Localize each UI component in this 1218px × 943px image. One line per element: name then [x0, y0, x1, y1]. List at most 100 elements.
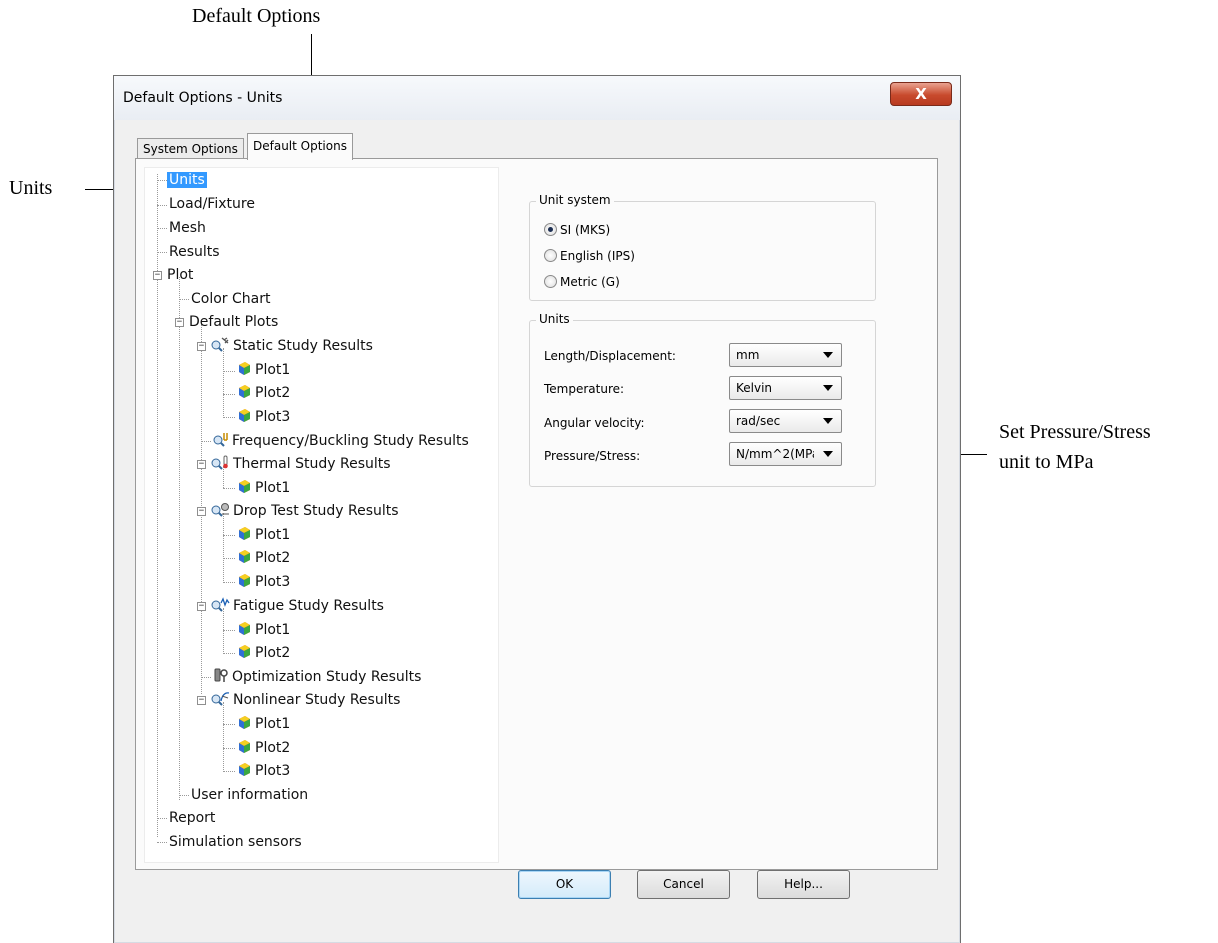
fatigue-study-icon — [210, 597, 230, 612]
tree-item-plot[interactable]: Plot — [167, 264, 193, 286]
dropdown-arrow-icon — [823, 418, 833, 424]
cancel-button[interactable]: Cancel — [637, 870, 730, 899]
window-title: Default Options - Units — [123, 90, 283, 106]
expander-nonlinear[interactable]: − — [197, 696, 206, 705]
radio-label: Metric (G) — [560, 275, 620, 289]
tree-label: Fatigue Study Results — [233, 598, 384, 614]
tree-item-default-plots[interactable]: Default Plots — [189, 311, 278, 333]
tree-item-thermal-study-results[interactable]: Thermal Study Results — [210, 453, 391, 475]
expander-thermal[interactable]: − — [197, 460, 206, 469]
tab-default-options[interactable]: Default Options — [247, 133, 353, 160]
help-button[interactable]: Help... — [757, 870, 850, 899]
length-displacement-label: Length/Displacement: — [544, 349, 676, 363]
temperature-label: Temperature: — [544, 382, 625, 396]
tree-item-fatigue-study-results[interactable]: Fatigue Study Results — [210, 595, 384, 617]
tree-item-mesh[interactable]: Mesh — [169, 217, 206, 239]
dropdown-arrow-icon — [823, 451, 833, 457]
tree-label: Plot1 — [255, 480, 291, 496]
callout-units: Units — [9, 177, 53, 199]
tree-label: Plot1 — [255, 716, 291, 732]
ok-button[interactable]: OK — [518, 870, 611, 899]
tree-label: Plot — [167, 267, 194, 283]
tree-item-frequency-study-results[interactable]: Frequency/Buckling Study Results — [213, 430, 469, 452]
tree-label: Units — [167, 172, 207, 188]
tree-item-static-study-results[interactable]: Static Study Results — [210, 335, 373, 357]
dropdown-arrow-icon — [823, 352, 833, 358]
plot-icon — [237, 573, 252, 588]
tree-item-nonlinear-plot1[interactable]: Plot1 — [237, 713, 290, 735]
angular-velocity-select[interactable]: rad/sec — [729, 409, 842, 433]
tree-item-static-plot2[interactable]: Plot2 — [237, 382, 290, 404]
units-legend: Units — [536, 312, 573, 326]
expander-drop[interactable]: − — [197, 507, 206, 516]
plot-icon — [237, 361, 252, 376]
tree-label: Plot2 — [255, 550, 291, 566]
plot-icon — [237, 739, 252, 754]
plot-icon — [237, 715, 252, 730]
tree-item-thermal-plot1[interactable]: Plot1 — [237, 477, 290, 499]
tree-item-fatigue-plot1[interactable]: Plot1 — [237, 619, 290, 641]
options-tree: − − − − − − − Units Load/Fixture Mesh Re… — [144, 167, 499, 863]
plot-icon — [237, 621, 252, 636]
radio-label: SI (MKS) — [560, 223, 611, 237]
tree-label: Simulation sensors — [169, 834, 302, 850]
tree-label: Plot3 — [255, 574, 291, 590]
expander-fatigue[interactable]: − — [197, 602, 206, 611]
tree-label: Default Plots — [189, 314, 279, 330]
callout-pressure-line2: unit to MPa — [999, 451, 1094, 473]
tree-item-color-chart[interactable]: Color Chart — [191, 288, 270, 310]
tree-item-drop-plot3[interactable]: Plot3 — [237, 571, 290, 593]
expander-default-plots[interactable]: − — [175, 318, 184, 327]
tree-item-drop-test-study-results[interactable]: Drop Test Study Results — [210, 500, 399, 522]
tree-item-optimization-study-results[interactable]: Optimization Study Results — [213, 666, 421, 688]
tree-label: Thermal Study Results — [233, 456, 391, 472]
tree-item-nonlinear-study-results[interactable]: Nonlinear Study Results — [210, 689, 400, 711]
pressure-stress-select[interactable]: N/mm^2(MPa) — [729, 442, 842, 466]
default-options-dialog: Default Options - Units X System Options… — [113, 75, 961, 943]
tree-label: Plot1 — [255, 527, 291, 543]
tree-item-static-plot1[interactable]: Plot1 — [237, 359, 290, 381]
tree-item-user-information[interactable]: User information — [191, 784, 308, 806]
radio-si-mks[interactable]: SI (MKS) — [544, 222, 610, 238]
expander-plot[interactable]: − — [153, 271, 162, 280]
tab-system-options[interactable]: System Options — [137, 138, 244, 158]
tree-label: Plot1 — [255, 622, 291, 638]
tree-item-nonlinear-plot2[interactable]: Plot2 — [237, 737, 290, 759]
tree-label: Drop Test Study Results — [233, 503, 399, 519]
expander-static[interactable]: − — [197, 342, 206, 351]
tree-item-static-plot3[interactable]: Plot3 — [237, 406, 290, 428]
tree-label: Nonlinear Study Results — [233, 692, 401, 708]
radio-metric-g[interactable]: Metric (G) — [544, 274, 620, 290]
tree-label: Frequency/Buckling Study Results — [232, 433, 469, 449]
select-value: rad/sec — [736, 414, 781, 428]
tree-item-nonlinear-plot3[interactable]: Plot3 — [237, 760, 290, 782]
tree-label: Mesh — [169, 220, 206, 236]
length-displacement-select[interactable]: mm — [729, 343, 842, 367]
radio-unchecked-icon — [544, 275, 557, 288]
tree-label: Color Chart — [191, 291, 271, 307]
radio-english-ips[interactable]: English (IPS) — [544, 248, 635, 264]
tree-label: Plot1 — [255, 362, 291, 378]
temperature-select[interactable]: Kelvin — [729, 376, 842, 400]
plot-icon — [237, 549, 252, 564]
plot-icon — [237, 479, 252, 494]
tree-item-simulation-sensors[interactable]: Simulation sensors — [169, 831, 302, 853]
tree-item-results[interactable]: Results — [169, 241, 220, 263]
tree-label: Plot2 — [255, 385, 291, 401]
tree-item-drop-plot2[interactable]: Plot2 — [237, 547, 290, 569]
plot-icon — [237, 762, 252, 777]
tree-item-units[interactable]: Units — [167, 169, 207, 191]
static-study-icon — [210, 337, 230, 352]
callout-default-options: Default Options — [192, 5, 321, 27]
radio-unchecked-icon — [544, 249, 557, 262]
tree-item-fatigue-plot2[interactable]: Plot2 — [237, 642, 290, 664]
plot-icon — [237, 526, 252, 541]
tree-item-load-fixture[interactable]: Load/Fixture — [169, 193, 255, 215]
radio-checked-icon — [544, 223, 557, 236]
tree-label: Load/Fixture — [169, 196, 255, 212]
tree-item-report[interactable]: Report — [169, 807, 215, 829]
tree-item-drop-plot1[interactable]: Plot1 — [237, 524, 290, 546]
tree-label: Static Study Results — [233, 338, 373, 354]
close-button[interactable]: X — [890, 82, 952, 106]
tab-panel: − − − − − − − Units Load/Fixture Mesh Re… — [135, 158, 938, 870]
